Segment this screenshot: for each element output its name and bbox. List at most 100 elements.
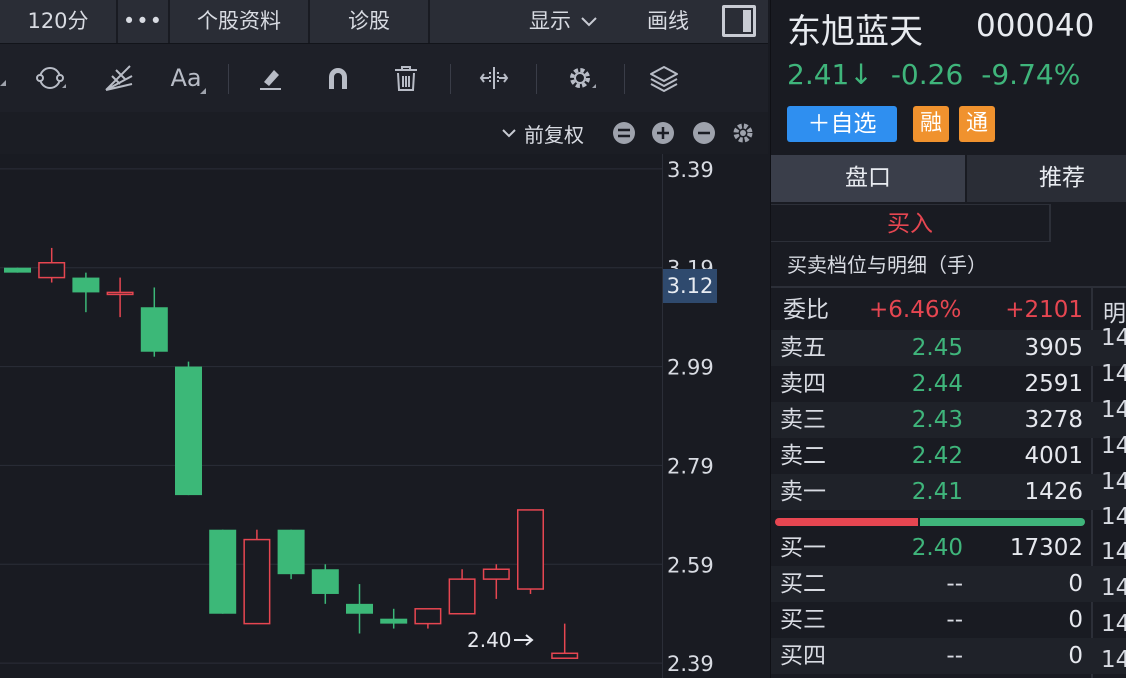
buy-level-row[interactable]: 买三 -- 0 14 bbox=[771, 602, 1126, 638]
sell-level-row[interactable]: 卖三 2.43 3278 14 bbox=[771, 397, 1126, 438]
detail-time: 14 bbox=[1101, 504, 1126, 530]
level-price: 2.44 bbox=[911, 371, 963, 397]
level-price: 2.41 bbox=[911, 479, 963, 505]
level-volume: 0 bbox=[1068, 607, 1083, 633]
tab-orderbook[interactable]: 盘口 bbox=[771, 155, 965, 202]
divider bbox=[428, 0, 430, 43]
detail-time: 14 bbox=[1101, 361, 1126, 387]
divider bbox=[1049, 204, 1051, 242]
ratio-buy-segment bbox=[775, 518, 918, 526]
compress-icon[interactable] bbox=[612, 121, 636, 145]
eraser-icon[interactable] bbox=[250, 58, 290, 98]
level-volume: 2591 bbox=[1024, 371, 1083, 397]
candle-body bbox=[38, 262, 66, 279]
diagnose-button[interactable]: 诊股 bbox=[310, 0, 428, 43]
candle-body bbox=[4, 267, 31, 273]
corner-marker-icon bbox=[0, 80, 6, 86]
y-tick-label: 2.99 bbox=[667, 356, 714, 380]
tab-recommend[interactable]: 推荐 bbox=[967, 155, 1126, 202]
commission-pct: +6.46% bbox=[869, 297, 962, 323]
commission-diff: +2101 bbox=[1005, 297, 1083, 323]
sell-level-row[interactable]: 卖二 2.42 4001 14 bbox=[771, 433, 1126, 474]
zoom-in-icon[interactable] bbox=[651, 121, 675, 145]
stock-profile-button[interactable]: 个股资料 bbox=[170, 0, 308, 43]
kline-chart[interactable]: 3.393.192.992.792.592.39 3.12 2.40 bbox=[0, 154, 768, 678]
level-name: 卖二 bbox=[780, 443, 826, 469]
detail-time: 14 bbox=[1101, 397, 1126, 423]
candle-body bbox=[380, 618, 408, 624]
sell-level-row[interactable]: 卖四 2.44 2591 14 bbox=[771, 361, 1126, 402]
candle-body bbox=[517, 509, 544, 590]
candle-body bbox=[448, 578, 476, 615]
y-tick-label: 2.39 bbox=[667, 652, 714, 676]
buy-level-row[interactable]: 买一 2.40 17302 14 bbox=[771, 530, 1126, 566]
range-icon[interactable] bbox=[474, 58, 514, 98]
candle-body bbox=[106, 291, 134, 296]
current-price-tag: 3.12 bbox=[663, 269, 717, 303]
candle-body bbox=[482, 568, 510, 580]
detail-time: 14 bbox=[1101, 325, 1126, 351]
level-volume: 4001 bbox=[1024, 443, 1083, 469]
buy-level-row[interactable]: 买二 -- 0 14 bbox=[771, 566, 1126, 602]
margin-badge[interactable]: 融 bbox=[913, 106, 949, 142]
candle-body bbox=[140, 307, 168, 352]
level-name: 买三 bbox=[780, 607, 826, 633]
level-price: 2.42 bbox=[911, 443, 963, 469]
adjust-label: 前复权 bbox=[524, 122, 584, 147]
add-watchlist-button[interactable]: ＋自选 bbox=[787, 106, 897, 142]
kline-chart-canvas: 3.393.192.992.792.592.39 bbox=[0, 154, 714, 678]
sell-level-row[interactable]: 卖一 2.41 1426 14 bbox=[771, 469, 1126, 510]
ratio-sell-segment bbox=[920, 518, 1085, 526]
panel-toggle-icon[interactable] bbox=[722, 5, 756, 37]
level-name: 卖四 bbox=[780, 371, 826, 397]
detail-time: 14 bbox=[1101, 647, 1126, 673]
text-tool-label: Aa bbox=[170, 64, 202, 92]
buy-tab-label: 买入 bbox=[887, 211, 933, 237]
buy-tab[interactable]: 买入 bbox=[771, 204, 1049, 242]
chart-settings-icon[interactable] bbox=[731, 121, 755, 145]
quote-panel: 东旭蓝天 000040 2.41↓ -0.26 -9.74% ＋自选 融 通 盘… bbox=[770, 0, 1126, 678]
y-tick-label: 2.59 bbox=[667, 553, 714, 577]
sell-level-row[interactable]: 卖五 2.45 3905 14 bbox=[771, 325, 1126, 366]
candle-body bbox=[175, 366, 202, 496]
level-price: -- bbox=[946, 571, 963, 597]
chart-header: 前复权 bbox=[0, 112, 768, 154]
level-name: 买四 bbox=[780, 643, 826, 669]
connect-badge[interactable]: 通 bbox=[959, 106, 995, 142]
level-volume: 3905 bbox=[1024, 335, 1083, 361]
commission-ratio-row: 委比 +6.46% +2101 bbox=[771, 290, 1126, 330]
level-name: 卖三 bbox=[780, 407, 826, 433]
detail-time: 14 bbox=[1101, 469, 1126, 495]
fan-tool-icon[interactable] bbox=[98, 58, 138, 98]
more-button[interactable]: ••• bbox=[118, 0, 168, 43]
magnet-icon[interactable] bbox=[318, 58, 358, 98]
y-tick-label: 2.79 bbox=[667, 454, 714, 478]
arrow-right-icon bbox=[513, 634, 534, 646]
divider bbox=[450, 64, 451, 94]
candle-body bbox=[277, 529, 305, 575]
trash-icon[interactable] bbox=[386, 58, 426, 98]
level-price: 2.40 bbox=[911, 535, 963, 561]
chevron-down-icon bbox=[581, 16, 597, 26]
detail-title: 买卖档位与明细（手） bbox=[787, 253, 987, 277]
period-selector[interactable]: 120分 bbox=[0, 0, 116, 43]
text-tool-icon[interactable]: Aa bbox=[166, 58, 206, 98]
level-price: 2.43 bbox=[911, 407, 963, 433]
draw-line-button[interactable]: 画线 bbox=[626, 0, 710, 43]
display-label: 显示 bbox=[529, 9, 571, 33]
level-volume: 1426 bbox=[1024, 479, 1083, 505]
low-price-label: 2.40 bbox=[467, 628, 512, 652]
candle-body bbox=[551, 652, 579, 659]
layers-icon[interactable] bbox=[644, 58, 684, 98]
level-volume: 17302 bbox=[1009, 535, 1083, 561]
display-dropdown[interactable]: 显示 bbox=[514, 0, 614, 43]
buy-level-row[interactable]: 买四 -- 0 14 bbox=[771, 638, 1126, 674]
cycle-tool-icon[interactable] bbox=[30, 58, 70, 98]
adjust-dropdown[interactable]: 前复权 bbox=[500, 120, 584, 147]
price-change: -0.26 bbox=[890, 58, 964, 91]
detail-time: 14 bbox=[1101, 611, 1126, 637]
gear-icon[interactable] bbox=[560, 58, 600, 98]
candle-body bbox=[209, 529, 237, 614]
level-volume: 0 bbox=[1068, 643, 1083, 669]
zoom-out-icon[interactable] bbox=[692, 121, 716, 145]
